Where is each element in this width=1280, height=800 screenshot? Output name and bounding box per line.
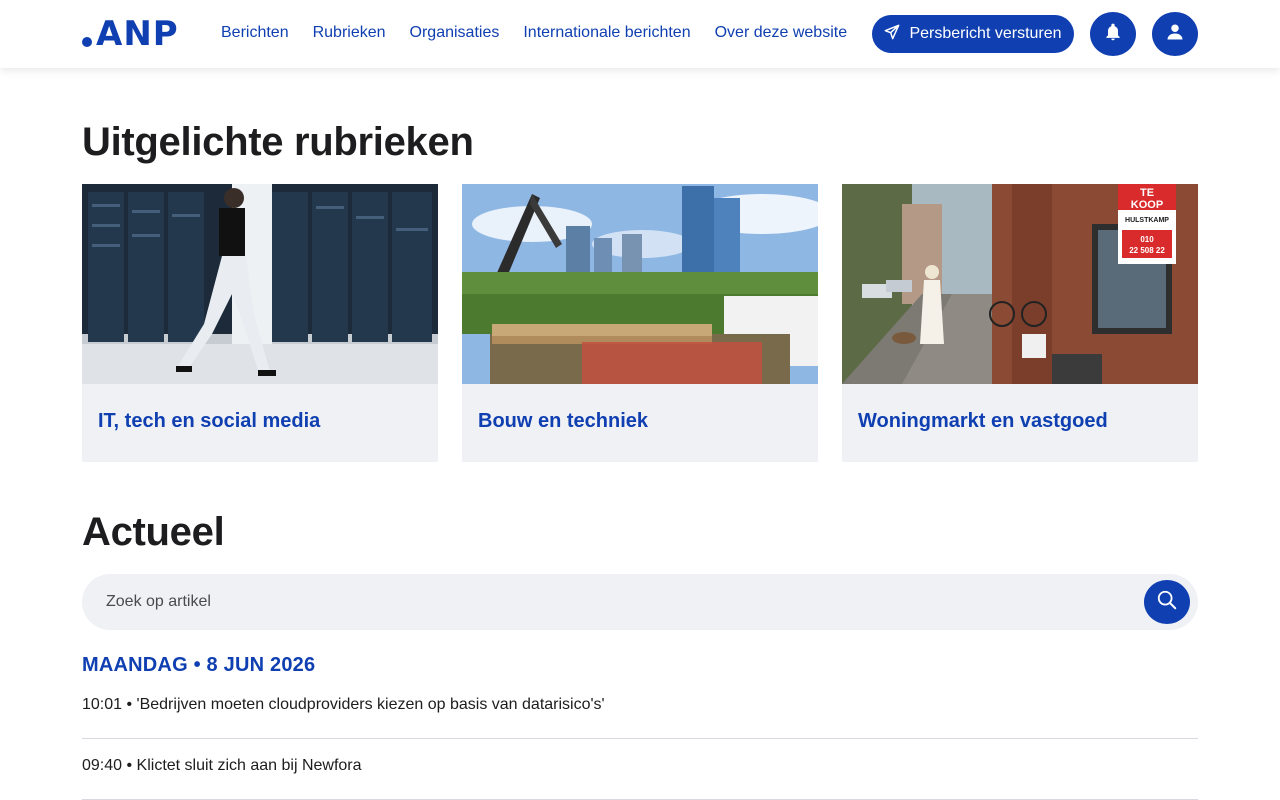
nav-item-rubrieken[interactable]: Rubrieken [313,22,386,44]
site-header: ANP Berichten Rubrieken Organisaties Int… [0,0,1280,68]
featured-card-woningmarkt[interactable]: TE KOOP HULSTKAMP 010 22 508 22 Woningma… [842,184,1198,462]
news-date-heading: MAANDAG • 8 JUN 2026 [82,654,316,676]
send-press-release-button[interactable]: Persbericht versturen [872,15,1074,53]
logo-dot [82,37,92,47]
send-button-label: Persbericht versturen [909,25,1062,42]
sign-koop: KOOP [1131,199,1163,211]
news-divider [82,738,1198,739]
news-item[interactable]: 09:40 • Klictet sluit zich aan bij Newfo… [82,757,1198,775]
article-search [82,574,1198,630]
news-item[interactable]: 10:01 • 'Bedrijven moeten cloudproviders… [82,696,1198,714]
actueel-heading: Actueel [82,510,225,554]
anp-logo[interactable]: ANP [82,17,179,51]
divider-line [82,738,1198,739]
search-input[interactable] [106,574,1106,630]
sign-phone-area: 010 [1140,235,1154,244]
news-item-text: 09:40 • Klictet sluit zich aan bij Newfo… [82,757,362,774]
nav-item-organisaties[interactable]: Organisaties [410,22,500,44]
featured-card-title: Bouw en techniek [478,410,649,432]
search-button[interactable] [1144,580,1190,624]
logo-text: ANP [96,14,179,54]
sign-phone-number: 22 508 22 [1129,246,1165,255]
street-houses-image: TE KOOP HULSTKAMP 010 22 508 22 [842,184,1198,384]
user-icon [1166,23,1184,46]
sign-agency: HULSTKAMP [1125,217,1169,224]
featured-heading: Uitgelichte rubrieken [82,120,474,164]
sign-te: TE [1140,187,1154,199]
news-item-text: 10:01 • 'Bedrijven moeten cloudproviders… [82,696,605,713]
featured-card-it[interactable]: IT, tech en social media [82,184,438,462]
account-button[interactable] [1152,12,1198,56]
nav-item-over-deze-website[interactable]: Over deze website [715,22,848,44]
notifications-button[interactable] [1090,12,1136,56]
search-icon [1156,589,1178,616]
main-nav: Berichten Rubrieken Organisaties Interna… [221,22,847,44]
construction-site-image [462,184,818,384]
paper-plane-icon [884,24,900,45]
bell-icon [1103,21,1123,48]
featured-cards: IT, tech en social media Bouw en technie… [82,184,1198,462]
nav-item-berichten[interactable]: Berichten [221,22,289,44]
featured-card-bouw[interactable]: Bouw en techniek [462,184,818,462]
featured-card-title: IT, tech en social media [98,410,321,432]
featured-card-title: Woningmarkt en vastgoed [858,410,1108,432]
nav-item-internationale-berichten[interactable]: Internationale berichten [523,22,690,44]
server-room-image [82,184,438,384]
